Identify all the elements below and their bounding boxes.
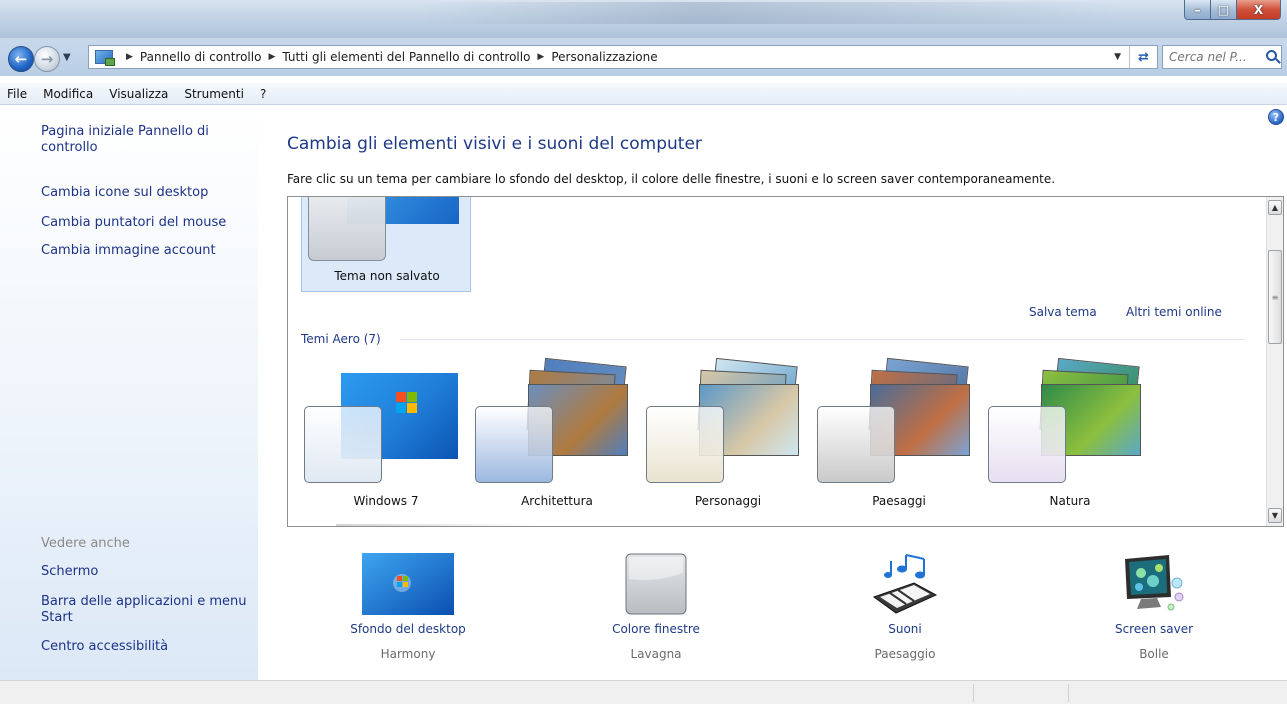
- back-button[interactable]: ←: [8, 46, 34, 72]
- help-icon[interactable]: ?: [1268, 109, 1284, 125]
- theme-item[interactable]: Natura: [985, 357, 1155, 526]
- theme-item[interactable]: Windows 7: [301, 362, 471, 526]
- sounds-setting[interactable]: Suoni Paesaggio: [820, 550, 990, 670]
- breadcrumb-separator-icon[interactable]: ▶: [268, 52, 275, 62]
- theme-item[interactable]: Architettura: [472, 357, 642, 526]
- theme-item[interactable]: Paesaggi: [814, 357, 984, 526]
- window-color-title[interactable]: Colore finestre: [571, 622, 741, 636]
- page-description: Fare clic su un tema per cambiare lo sfo…: [287, 172, 1056, 186]
- window-color-preview: [988, 406, 1066, 483]
- menu-file[interactable]: File: [7, 87, 27, 101]
- more-themes-link[interactable]: Altri temi online: [1126, 305, 1222, 319]
- theme-label: Windows 7: [353, 494, 419, 508]
- desktop-background-setting[interactable]: Sfondo del desktop Harmony: [323, 550, 493, 670]
- windows-logo-icon: [396, 392, 418, 414]
- breadcrumb-control-panel[interactable]: Pannello di controllo: [140, 50, 262, 64]
- window-color-value: Lavagna: [630, 647, 682, 661]
- address-dropdown-icon[interactable]: ▼: [1114, 52, 1121, 62]
- window-color-icon: [625, 553, 687, 615]
- screensaver-icon: [1125, 555, 1184, 611]
- window-color-setting[interactable]: Colore finestre Lavagna: [571, 550, 741, 670]
- save-theme-link[interactable]: Salva tema: [1029, 305, 1097, 319]
- window-color-preview: [817, 406, 895, 483]
- desktop-background-value: Harmony: [380, 647, 436, 661]
- sounds-value: Paesaggio: [874, 647, 936, 661]
- link-taskbar-start[interactable]: Barra delle applicazioni e menu Start: [41, 594, 256, 626]
- menu-modifica[interactable]: Modifica: [43, 87, 93, 101]
- back-arrow-icon: ←: [14, 50, 28, 68]
- search-box: [1162, 45, 1282, 69]
- theme-label: Personaggi: [694, 494, 762, 508]
- search-icon[interactable]: [1266, 50, 1277, 61]
- window-color-preview: [304, 406, 382, 483]
- address-bar[interactable]: ▶ Pannello di controllo ▶ Tutti gli elem…: [88, 45, 1158, 69]
- maximize-button[interactable]: □: [1211, 0, 1237, 20]
- menu-help[interactable]: ?: [260, 87, 266, 101]
- breadcrumb-separator-icon[interactable]: ▶: [537, 52, 544, 62]
- window-controls: – □ X: [1184, 0, 1281, 20]
- aero-themes-heading: Temi Aero (7): [301, 332, 381, 346]
- window-color-preview: [308, 197, 386, 261]
- scroll-down-icon[interactable]: ▼: [1268, 508, 1282, 523]
- screen-saver-value: Bolle: [1139, 647, 1169, 661]
- theme-label: Natura: [1049, 494, 1091, 508]
- wallpaper-icon: [362, 553, 454, 615]
- theme-item[interactable]: Personaggi: [643, 357, 813, 526]
- menu-visualizza[interactable]: Visualizza: [109, 87, 168, 101]
- link-accessibility[interactable]: Centro accessibilità: [41, 639, 241, 655]
- window-color-preview: [646, 406, 724, 483]
- history-dropdown-icon[interactable]: ▼: [63, 52, 71, 63]
- link-control-panel-home[interactable]: Pagina iniziale Pannello di controllo: [41, 124, 241, 156]
- refresh-icon[interactable]: ⇄: [1129, 46, 1157, 68]
- link-mouse-pointers[interactable]: Cambia puntatori del mouse: [41, 215, 241, 231]
- desktop-background-title[interactable]: Sfondo del desktop: [323, 622, 493, 636]
- sounds-icon: [872, 554, 938, 614]
- menu-bar: File Modifica Visualizza Strumenti ?: [0, 83, 1287, 105]
- theme-label: Architettura: [521, 494, 593, 508]
- left-pane: Pagina iniziale Pannello di controllo Ca…: [0, 106, 258, 680]
- theme-label: Tema non salvato: [334, 269, 440, 283]
- theme-unsaved[interactable]: Tema non salvato: [301, 197, 471, 292]
- breadcrumb-separator-icon[interactable]: ▶: [126, 52, 133, 62]
- theme-label: Paesaggi: [872, 494, 926, 508]
- search-input[interactable]: [1169, 50, 1259, 64]
- breadcrumb-personalization[interactable]: Personalizzazione: [551, 50, 657, 64]
- close-button[interactable]: X: [1237, 0, 1281, 20]
- forward-arrow-icon: →: [40, 50, 54, 68]
- window-color-preview: [475, 406, 553, 483]
- sounds-title[interactable]: Suoni: [820, 622, 990, 636]
- link-desktop-icons[interactable]: Cambia icone sul desktop: [41, 185, 241, 201]
- themes-list: Tema non salvato Salva tema Altri temi o…: [287, 196, 1284, 527]
- themes-scrollbar[interactable]: ▲ ≡ ▼: [1266, 197, 1283, 526]
- control-panel-icon: [95, 50, 115, 66]
- minimize-button[interactable]: –: [1184, 0, 1211, 20]
- link-account-picture[interactable]: Cambia immagine account: [41, 243, 241, 259]
- screen-saver-setting[interactable]: Screen saver Bolle: [1069, 550, 1239, 670]
- forward-button[interactable]: →: [34, 46, 60, 72]
- scroll-thumb[interactable]: ≡: [1268, 250, 1282, 344]
- page-title: Cambia gli elementi visivi e i suoni del…: [287, 134, 702, 154]
- scroll-up-icon[interactable]: ▲: [1268, 200, 1282, 215]
- see-also-heading: Vedere anche: [41, 536, 130, 551]
- screen-saver-title[interactable]: Screen saver: [1069, 622, 1239, 636]
- link-display[interactable]: Schermo: [41, 564, 241, 580]
- breadcrumb-all-items[interactable]: Tutti gli elementi del Pannello di contr…: [282, 50, 530, 64]
- title-bar: – □ X: [0, 0, 1287, 38]
- status-bar: [0, 680, 1287, 704]
- menu-strumenti[interactable]: Strumenti: [184, 87, 244, 101]
- section-divider: [400, 339, 1245, 340]
